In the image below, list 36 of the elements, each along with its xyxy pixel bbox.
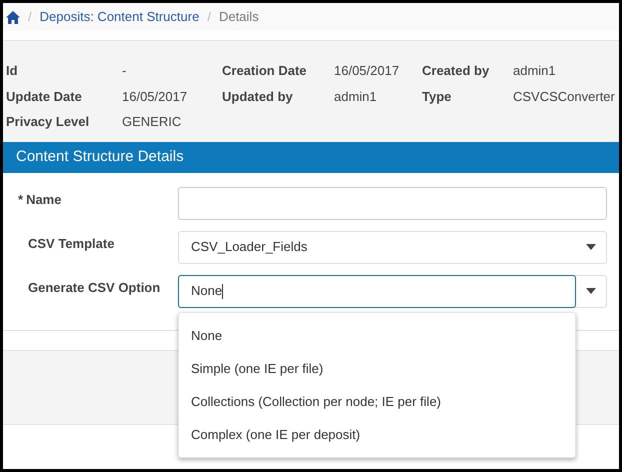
home-icon[interactable] <box>6 10 20 24</box>
caret-icon <box>586 244 596 250</box>
dropdown-option[interactable]: Collections (Collection per node; IE per file) <box>179 385 575 418</box>
field-label: Privacy Level <box>6 113 90 131</box>
field-label: Created by <box>422 62 490 80</box>
caret-icon <box>586 288 596 294</box>
field-label: Creation Date <box>222 62 308 80</box>
field-label: Id <box>6 62 19 80</box>
field-label: Update Date <box>6 88 83 106</box>
select-field[interactable]: CSV_Loader_Fields <box>178 230 607 264</box>
name-field[interactable] <box>178 186 607 220</box>
dropdown-option[interactable]: Complex (one IE per deposit) <box>179 418 575 451</box>
dropdown-option[interactable]: None <box>179 319 575 352</box>
required-mark: * <box>18 190 24 208</box>
field-value: admin1 <box>513 62 557 80</box>
field-value: GENERIC <box>122 113 182 131</box>
field-value: 16/05/2017 <box>334 62 400 80</box>
select-value: None <box>191 282 222 300</box>
field-value: admin1 <box>334 88 378 106</box>
field-label: Name <box>26 190 62 208</box>
field-value: - <box>122 62 128 80</box>
breadcrumb-separator: / <box>28 8 32 26</box>
field-value: 16/05/2017 <box>122 88 188 106</box>
section-header: Content Structure Details <box>3 142 619 172</box>
field-value: CSVCSConverter <box>513 88 616 106</box>
breadcrumb-current: Details <box>218 8 259 26</box>
text-cursor <box>222 284 224 298</box>
dropdown-option[interactable]: Simple (one IE per file) <box>179 352 575 385</box>
breadcrumb-separator: / <box>207 8 211 26</box>
field-label: Type <box>422 88 452 106</box>
select-field[interactable]: None <box>178 274 607 308</box>
field-label: CSV Template <box>28 234 114 253</box>
field-label: Generate CSV Option <box>28 278 160 297</box>
select-value: CSV_Loader_Fields <box>191 238 308 256</box>
field-label: Updated by <box>222 88 294 106</box>
breadcrumb-link[interactable]: Deposits: Content Structure <box>40 7 200 27</box>
